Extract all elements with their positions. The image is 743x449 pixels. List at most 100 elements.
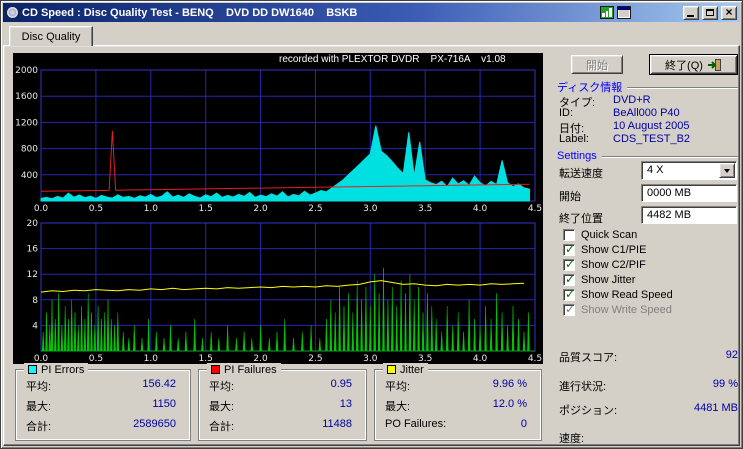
stat-box-jitter: Jitter 平均: 9.96 % 最大: 12.0 % PO Failures: 0 bbox=[374, 363, 542, 441]
disc-info-row: 日付: 10 August 2005 bbox=[559, 120, 738, 135]
divider bbox=[627, 86, 738, 89]
status-row-0: 進行状況: 99 % bbox=[559, 378, 738, 393]
stat-box-title: PI Failures bbox=[224, 363, 277, 376]
minimize-icon bbox=[687, 14, 694, 17]
end-position-input[interactable]: 4482 MB bbox=[641, 206, 737, 224]
pi-errors-swatch-icon bbox=[28, 365, 37, 374]
settings-header-label: Settings bbox=[557, 149, 597, 162]
application-window: CD Speed : Disc Quality Test - BENQ DVD … bbox=[0, 0, 743, 449]
close-button[interactable]: × bbox=[721, 4, 737, 20]
divider bbox=[601, 155, 738, 158]
window-tray-icon[interactable] bbox=[617, 6, 631, 19]
stat-row-label: 平均: bbox=[26, 381, 52, 393]
checkbox-show-write-speed[interactable]: ✓ Show Write Speed bbox=[563, 301, 672, 316]
stat-row-value: 2589650 bbox=[133, 418, 176, 430]
tab-label: Disc Quality bbox=[21, 30, 81, 43]
window-title: CD Speed : Disc Quality Test - BENQ DVD … bbox=[22, 6, 358, 19]
stat-row-label: 平均: bbox=[385, 381, 411, 393]
stat-row: 最大: 13 bbox=[209, 398, 352, 413]
pie-errors-chart-svg: 400 800 1200 1600 2000 0.0 0.5 1.0 1.5 2.0 2.5 3.0 3… bbox=[15, 66, 542, 214]
svg-text:2.5: 2.5 bbox=[308, 354, 322, 364]
quality-score-row: 品質スコア: 92 bbox=[559, 349, 738, 364]
transfer-speed-label: 転送速度 bbox=[559, 168, 603, 180]
stat-row: 平均: 9.96 % bbox=[385, 378, 527, 393]
minimize-button[interactable] bbox=[683, 5, 699, 20]
pif-jitter-chart: 4 8 12 16 20 0.0 0.5 1.0 1.5 2.0 2.5 3.0 3.5 4.0 4.5 bbox=[13, 219, 543, 364]
status-row-label: 進行状況: bbox=[559, 381, 607, 393]
svg-text:1.0: 1.0 bbox=[144, 204, 159, 214]
start-position-label: 開始 bbox=[559, 191, 581, 203]
svg-text:8: 8 bbox=[32, 296, 38, 306]
stat-row: 最大: 12.0 % bbox=[385, 398, 527, 413]
start-button[interactable]: 開始 bbox=[571, 55, 623, 74]
stat-row-value: 12.0 % bbox=[492, 398, 527, 410]
stat-box-title: Jitter bbox=[400, 363, 424, 376]
quality-score-value: 92 bbox=[725, 349, 738, 361]
checkbox-box[interactable]: ✓ bbox=[563, 272, 575, 286]
checkbox-box[interactable]: ✓ bbox=[563, 257, 575, 271]
svg-text:0.0: 0.0 bbox=[34, 204, 49, 214]
svg-text:1200: 1200 bbox=[15, 118, 38, 128]
checkbox-show-c2-pif[interactable]: ✓ Show C2/PIF bbox=[563, 257, 646, 271]
exit-button[interactable]: 終了(Q) bbox=[649, 54, 738, 75]
stat-box-pi-failures: PI Failures 平均: 0.95 最大: 13 合計: 11488 bbox=[198, 363, 367, 441]
checkmark-icon: ✓ bbox=[565, 286, 576, 301]
speed-select-value: 4 X bbox=[647, 164, 664, 176]
svg-text:0.5: 0.5 bbox=[89, 204, 103, 214]
chevron-down-icon[interactable] bbox=[719, 163, 735, 178]
stat-row-label: PO Failures: bbox=[385, 418, 447, 430]
exit-door-icon bbox=[707, 58, 721, 71]
svg-text:3.0: 3.0 bbox=[363, 204, 378, 214]
stat-row-value: 13 bbox=[339, 398, 352, 410]
checkmark-icon: ✓ bbox=[565, 301, 576, 316]
pi-failures-swatch-icon bbox=[211, 365, 220, 374]
app-cd-icon bbox=[6, 6, 19, 19]
checkbox-label: Show C2/PIF bbox=[581, 258, 646, 271]
chart-area: recorded with PLEXTOR DVDR PX-716A v1.08… bbox=[13, 53, 543, 364]
checkbox-show-read-speed[interactable]: ✓ Show Read Speed bbox=[563, 286, 673, 301]
titlebar[interactable]: CD Speed : Disc Quality Test - BENQ DVD … bbox=[3, 3, 740, 22]
stat-row: 平均: 156.42 bbox=[26, 378, 176, 393]
speed-select[interactable]: 4 X bbox=[641, 161, 737, 180]
svg-text:1.5: 1.5 bbox=[199, 204, 213, 214]
disc-info-row: ID: BeAll000 P40 bbox=[559, 107, 738, 120]
pie-errors-chart: 400 800 1200 1600 2000 0.0 0.5 1.0 1.5 2.0 2.5 3.0 3… bbox=[13, 66, 543, 214]
checkbox-label: Show C1/PIE bbox=[581, 243, 647, 256]
start-button-label: 開始 bbox=[586, 59, 608, 72]
checkbox-box[interactable] bbox=[563, 228, 575, 241]
checkbox-show-jitter[interactable]: ✓ Show Jitter bbox=[563, 272, 636, 286]
disc-info-row: タイプ: DVD+R bbox=[559, 94, 738, 109]
svg-text:800: 800 bbox=[21, 145, 38, 155]
checkbox-box[interactable]: ✓ bbox=[563, 286, 576, 301]
stat-row-value: 1150 bbox=[152, 398, 176, 410]
svg-text:2000: 2000 bbox=[15, 66, 38, 76]
svg-text:4.0: 4.0 bbox=[473, 204, 488, 214]
close-icon: × bbox=[725, 4, 733, 19]
stat-box-legend: PI Errors bbox=[24, 363, 89, 376]
stat-row: 最大: 1150 bbox=[26, 398, 176, 413]
checkbox-show-c1-pie[interactable]: ✓ Show C1/PIE bbox=[563, 242, 647, 256]
disc-info-row-value: DVD+R bbox=[613, 94, 651, 106]
status-row-value: 99 % bbox=[712, 378, 738, 390]
checkbox-quick-scan[interactable]: Quick Scan bbox=[563, 228, 637, 241]
status-row-label: 速度: bbox=[559, 433, 585, 445]
checkbox-label: Show Read Speed bbox=[581, 288, 673, 301]
chart-tray-icon[interactable] bbox=[600, 6, 614, 19]
start-position-input[interactable]: 0000 MB bbox=[641, 184, 737, 202]
checkbox-label: Quick Scan bbox=[581, 228, 638, 241]
checkbox-label: Show Jitter bbox=[581, 273, 636, 286]
checkbox-box[interactable]: ✓ bbox=[563, 301, 576, 316]
stat-row-value: 11488 bbox=[322, 418, 352, 430]
svg-text:400: 400 bbox=[21, 171, 38, 181]
maximize-button[interactable] bbox=[702, 5, 718, 20]
tab-disc-quality[interactable]: Disc Quality bbox=[9, 26, 93, 46]
disc-info-row: Label: CDS_TEST_B2 bbox=[559, 133, 738, 146]
svg-text:4.5: 4.5 bbox=[528, 204, 542, 214]
exit-button-label: 終了(Q) bbox=[665, 59, 703, 72]
status-row-2: 速度: bbox=[559, 430, 738, 445]
svg-text:4.5: 4.5 bbox=[528, 354, 542, 364]
disc-info-row-value: BeAll000 P40 bbox=[613, 107, 680, 119]
stat-row-label: 最大: bbox=[209, 401, 235, 413]
stat-row-value: 156.42 bbox=[142, 378, 176, 390]
checkbox-box[interactable]: ✓ bbox=[563, 242, 575, 256]
